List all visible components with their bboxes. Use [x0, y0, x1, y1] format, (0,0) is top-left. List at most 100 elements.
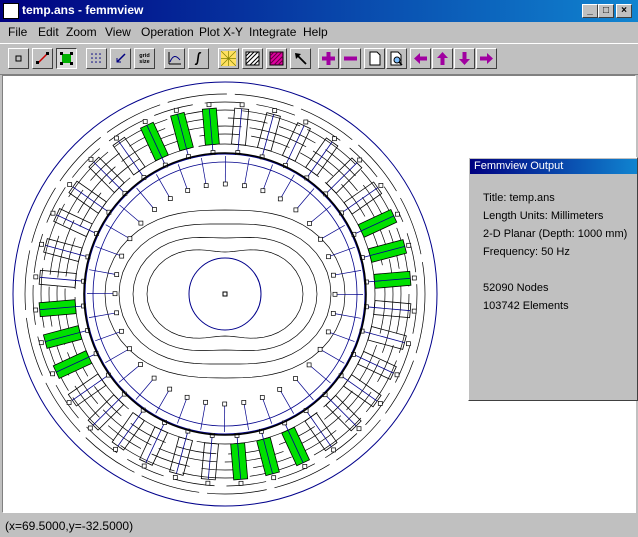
mesh-node: [239, 102, 245, 108]
mesh-node: [141, 463, 147, 469]
pan-right-icon: [480, 53, 493, 64]
zoom-in-button[interactable]: [318, 48, 339, 69]
menu-edit[interactable]: Edit: [38, 25, 59, 39]
menu-view[interactable]: View: [105, 25, 131, 39]
rotor-node: [306, 362, 312, 368]
slot-centerline: [366, 306, 411, 312]
rotor-node: [114, 310, 119, 316]
pan-right-button[interactable]: [476, 48, 497, 69]
pan-left-button[interactable]: [410, 48, 431, 69]
mesh-node: [66, 400, 72, 405]
mesh-node: [411, 308, 417, 314]
menu-zoom[interactable]: Zoom: [66, 25, 97, 39]
density-plot-icon: [269, 51, 284, 66]
menu-bar: File Edit Zoom View Operation Plot X-Y I…: [0, 22, 638, 42]
menu-integrate[interactable]: Integrate: [249, 25, 296, 39]
rotor-bar-line: [135, 377, 155, 400]
rotor-bar-line: [333, 313, 361, 319]
rotor-node: [119, 253, 125, 259]
plot-xy-button[interactable]: [164, 48, 185, 69]
rotor-node: [318, 236, 323, 242]
rotor-node: [138, 220, 144, 226]
grid-size-button[interactable]: grid size: [134, 48, 155, 69]
rotor-node: [241, 400, 247, 405]
pan-up-icon: [437, 52, 448, 65]
rotor-bar-line: [136, 187, 155, 210]
title-bar: temp.ans - femmview _ □ ×: [0, 0, 638, 22]
density-plot-button[interactable]: [266, 48, 287, 69]
menu-plot-xy[interactable]: Plot X-Y: [199, 25, 243, 39]
rotor-bar-line: [279, 389, 295, 414]
pointer-button[interactable]: [290, 48, 311, 69]
mesh-node: [113, 446, 118, 452]
output-window[interactable]: Femmview Output Title: temp.ans Length U…: [468, 157, 638, 401]
maximize-button[interactable]: □: [598, 4, 614, 18]
output-line-frequency: Frequency: 50 Hz: [483, 246, 570, 258]
mesh-node: [357, 157, 363, 163]
pan-down-button[interactable]: [454, 48, 475, 69]
rotor-node: [277, 387, 283, 392]
rotor-bar-line: [333, 270, 362, 276]
output-line-planar: 2-D Planar (Depth: 1000 mm): [483, 228, 628, 240]
status-bar: (x=69.5000,y=-32.5000): [0, 515, 638, 537]
output-line-title: Title: temp.ans: [483, 192, 555, 204]
output-window-title[interactable]: Femmview Output: [470, 159, 637, 174]
show-mesh-button[interactable]: [218, 48, 239, 69]
rotor-node: [203, 183, 209, 188]
coordinate-readout: (x=69.5000,y=-32.5000): [5, 519, 134, 533]
rotor-inner-ring: [92, 161, 358, 427]
hatch-button[interactable]: [242, 48, 263, 69]
pan-up-button[interactable]: [432, 48, 453, 69]
flux-contour: [74, 143, 376, 445]
mesh-node: [33, 274, 39, 280]
mesh-node: [172, 475, 178, 480]
minimize-button[interactable]: _: [582, 4, 598, 18]
flux-contour: [40, 109, 410, 479]
zoom-window-button[interactable]: [386, 48, 407, 69]
rotor-node: [138, 362, 143, 367]
close-button[interactable]: ×: [616, 4, 632, 18]
rotor-bar-line: [95, 246, 122, 257]
rotor-node: [185, 188, 191, 193]
integrate-button[interactable]: [188, 48, 209, 69]
shaft-center-node: [222, 291, 228, 297]
mesh-node: [378, 183, 384, 188]
menu-help[interactable]: Help: [303, 25, 328, 39]
rotor-bar-line: [262, 164, 273, 191]
svg-text:size: size: [139, 59, 149, 65]
rotor-bar-line: [320, 224, 345, 240]
rotor-bar-line: [295, 378, 314, 401]
zoom-natural-button[interactable]: [364, 48, 385, 69]
rotor-node: [222, 401, 228, 407]
slot-centerline: [92, 393, 125, 426]
zoom-out-button[interactable]: [340, 48, 361, 69]
rotor-node: [167, 196, 173, 201]
slot-centerline: [207, 435, 213, 480]
pan-down-icon: [459, 52, 470, 65]
rotor-bar-line: [119, 204, 142, 224]
segment-mode-icon: [36, 52, 49, 64]
mesh-node: [33, 307, 39, 313]
menu-file[interactable]: File: [8, 25, 27, 39]
output-line-nodes: 52090 Nodes: [483, 282, 549, 294]
mesh-node: [88, 156, 94, 162]
menu-operation[interactable]: Operation: [141, 25, 194, 39]
rotor-node: [293, 207, 299, 213]
rotor-node: [222, 181, 228, 187]
rotor-node: [167, 386, 173, 392]
mesh-node: [38, 340, 44, 346]
rotor-node: [119, 328, 124, 334]
point-mode-button[interactable]: [8, 48, 29, 69]
show-grid-button[interactable]: [86, 48, 107, 69]
mesh-node: [272, 108, 278, 113]
snap-grid-icon: [116, 53, 126, 63]
rotor-node: [112, 291, 118, 297]
snap-grid-button[interactable]: [110, 48, 131, 69]
slot-centerline: [325, 162, 358, 195]
segment-mode-button[interactable]: [32, 48, 53, 69]
block-mode-button[interactable]: [56, 48, 77, 69]
output-line-units: Length Units: Millimeters: [483, 210, 604, 222]
mesh-node: [205, 480, 211, 486]
rotor-bar-line: [88, 312, 117, 318]
slot-centerline: [145, 422, 165, 463]
